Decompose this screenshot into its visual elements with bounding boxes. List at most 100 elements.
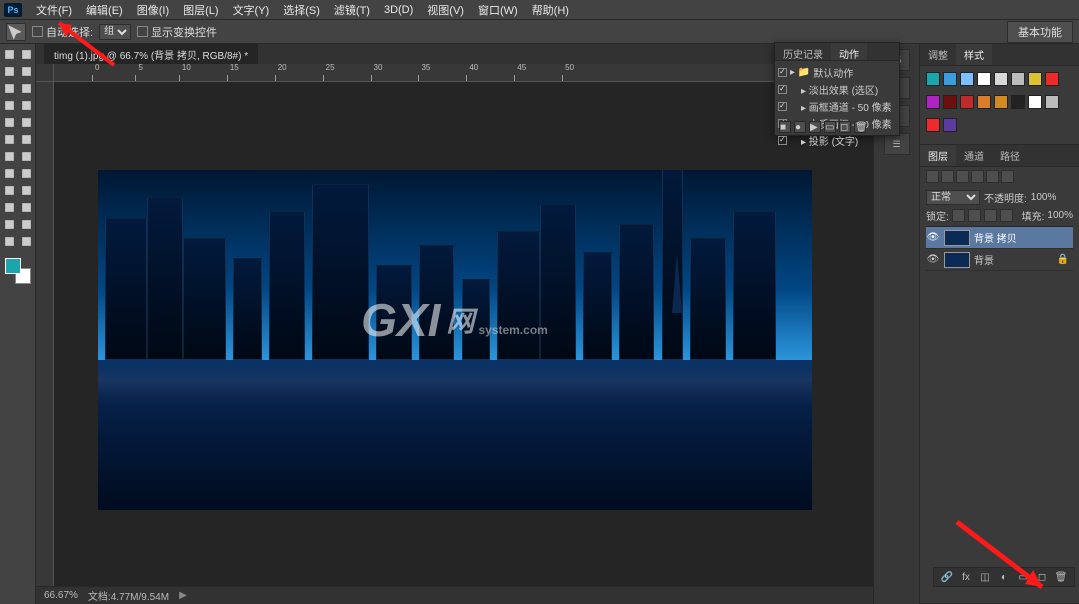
ruler-icon[interactable]	[19, 98, 34, 113]
menu-edit[interactable]: 编辑(E)	[80, 0, 129, 20]
swatch-15[interactable]	[1045, 95, 1059, 109]
gradient-icon[interactable]	[2, 166, 17, 181]
ruler-vertical[interactable]	[36, 82, 54, 586]
swatch-1[interactable]	[943, 72, 957, 86]
brush-icon[interactable]	[19, 115, 34, 130]
menu-type[interactable]: 文字(Y)	[227, 0, 276, 20]
action-item[interactable]: ▸ 淡出效果 (选区)	[778, 81, 896, 98]
menu-select[interactable]: 选择(S)	[277, 0, 326, 20]
action-group[interactable]: ▸ 📁默认动作	[778, 64, 896, 81]
visibility-icon[interactable]: 👁	[926, 232, 940, 243]
blend-mode-select[interactable]: 正常	[926, 190, 980, 205]
swatch-7[interactable]	[1045, 72, 1059, 86]
dodge-icon[interactable]	[2, 183, 17, 198]
clone-icon[interactable]	[2, 132, 17, 147]
new-set-icon[interactable]: ▭	[824, 121, 836, 133]
swatch-8[interactable]	[926, 95, 940, 109]
menu-filter[interactable]: 滤镜(T)	[328, 0, 376, 20]
delete-layer-icon[interactable]: 🗑	[1054, 570, 1068, 584]
zoom-icon[interactable]	[2, 234, 17, 249]
marquee-icon[interactable]	[2, 64, 17, 79]
filter-shape-icon[interactable]	[986, 170, 999, 183]
menu-window[interactable]: 窗口(W)	[472, 0, 524, 20]
crop-icon[interactable]	[2, 81, 17, 96]
stop-icon[interactable]: ■	[779, 121, 791, 133]
show-transform-check[interactable]: 显示变换控件	[137, 24, 217, 40]
lasso-icon[interactable]	[19, 64, 34, 79]
fill-value[interactable]: 100%	[1047, 210, 1073, 221]
filter-pixel-icon[interactable]	[941, 170, 954, 183]
eyedropper-icon[interactable]	[19, 81, 34, 96]
action-item[interactable]: ▸ 画框通道 - 50 像素	[778, 98, 896, 115]
spot-heal-icon[interactable]	[2, 115, 17, 130]
rectangle-icon[interactable]	[2, 217, 17, 232]
lock-pos-icon[interactable]	[984, 209, 997, 222]
mask-icon[interactable]: ◫	[978, 570, 992, 584]
menu-image[interactable]: 图像(I)	[131, 0, 175, 20]
document-tab[interactable]: timg (1).jpg @ 66.7% (背景 拷贝, RGB/8#) *	[44, 44, 258, 65]
trash-icon[interactable]: 🗑	[854, 121, 866, 133]
action-item[interactable]: ▸ 投影 (文字)	[778, 132, 896, 149]
visibility-icon[interactable]: 👁	[926, 254, 940, 265]
record-icon[interactable]: ●	[794, 121, 806, 133]
menu-help[interactable]: 帮助(H)	[526, 0, 575, 20]
lock-trans-icon[interactable]	[952, 209, 965, 222]
lock-all-icon[interactable]	[1000, 209, 1013, 222]
auto-select-check[interactable]: 自动选择:	[32, 24, 93, 40]
filter-kind-icon[interactable]	[926, 170, 939, 183]
layer-row[interactable]: 👁背景 拷贝	[926, 227, 1073, 249]
canvas-image[interactable]: GXI 网 system.com	[98, 170, 812, 510]
swatch-2[interactable]	[960, 72, 974, 86]
history-brush-icon[interactable]	[19, 132, 34, 147]
tab-channels[interactable]: 通道	[956, 145, 992, 166]
filter-adjust-icon[interactable]	[956, 170, 969, 183]
new-layer-icon[interactable]: ◻	[1035, 570, 1049, 584]
hand-icon[interactable]	[19, 217, 34, 232]
link-layers-icon[interactable]: 🔗	[940, 570, 954, 584]
eyedropper-icon[interactable]	[2, 98, 17, 113]
swatch-6[interactable]	[1028, 72, 1042, 86]
lock-pixel-icon[interactable]	[968, 209, 981, 222]
fill-adjust-icon[interactable]: ◐	[997, 570, 1011, 584]
workspace-switcher[interactable]: 基本功能	[1007, 21, 1073, 43]
swatch-17[interactable]	[943, 118, 957, 132]
menu-3d[interactable]: 3D(D)	[378, 2, 419, 18]
path-icon[interactable]	[19, 200, 34, 215]
tab-history[interactable]: 历史记录	[775, 43, 831, 60]
color-swatch[interactable]	[5, 258, 31, 284]
move-tool-icon[interactable]	[6, 23, 26, 41]
move-icon[interactable]	[2, 47, 17, 62]
new-action-icon[interactable]: ◻	[839, 121, 851, 133]
opacity-value[interactable]: 100%	[1031, 192, 1057, 203]
swatch-16[interactable]	[926, 118, 940, 132]
tab-actions[interactable]: 动作	[831, 43, 867, 60]
pen-icon[interactable]	[19, 183, 34, 198]
menu-layer[interactable]: 图层(L)	[177, 0, 224, 20]
rotate-icon[interactable]	[19, 234, 34, 249]
blur-icon[interactable]	[19, 166, 34, 181]
fx-icon[interactable]: fx	[959, 570, 973, 584]
swatch-13[interactable]	[1011, 95, 1025, 109]
group-icon[interactable]: ▭	[1016, 570, 1030, 584]
swatch-11[interactable]	[977, 95, 991, 109]
swatch-10[interactable]	[960, 95, 974, 109]
tab-paths[interactable]: 路径	[992, 145, 1028, 166]
tab-adjust[interactable]: 调整	[920, 44, 956, 65]
swatch-9[interactable]	[943, 95, 957, 109]
actions-panel[interactable]: 历史记录 动作 ▸ 📁默认动作 ▸ 淡出效果 (选区)▸ 画框通道 - 50 像…	[774, 42, 900, 136]
artboard-icon[interactable]	[19, 47, 34, 62]
ruler-horizontal[interactable]: 05101520253035404550	[54, 64, 873, 82]
swatch-3[interactable]	[977, 72, 991, 86]
swatch-0[interactable]	[926, 72, 940, 86]
play-icon[interactable]: ▶	[809, 121, 821, 133]
zoom-level[interactable]: 66.67%	[44, 590, 78, 601]
layer-row[interactable]: 👁背景🔒	[926, 249, 1073, 271]
menu-view[interactable]: 视图(V)	[421, 0, 470, 20]
type-icon[interactable]	[2, 200, 17, 215]
swatch-4[interactable]	[994, 72, 1008, 86]
paint-bucket-icon[interactable]	[19, 149, 34, 164]
filter-type-icon[interactable]	[971, 170, 984, 183]
canvas-viewport[interactable]: 05101520253035404550	[36, 64, 873, 586]
menu-file[interactable]: 文件(F)	[30, 0, 78, 20]
tab-styles[interactable]: 样式	[956, 44, 992, 65]
